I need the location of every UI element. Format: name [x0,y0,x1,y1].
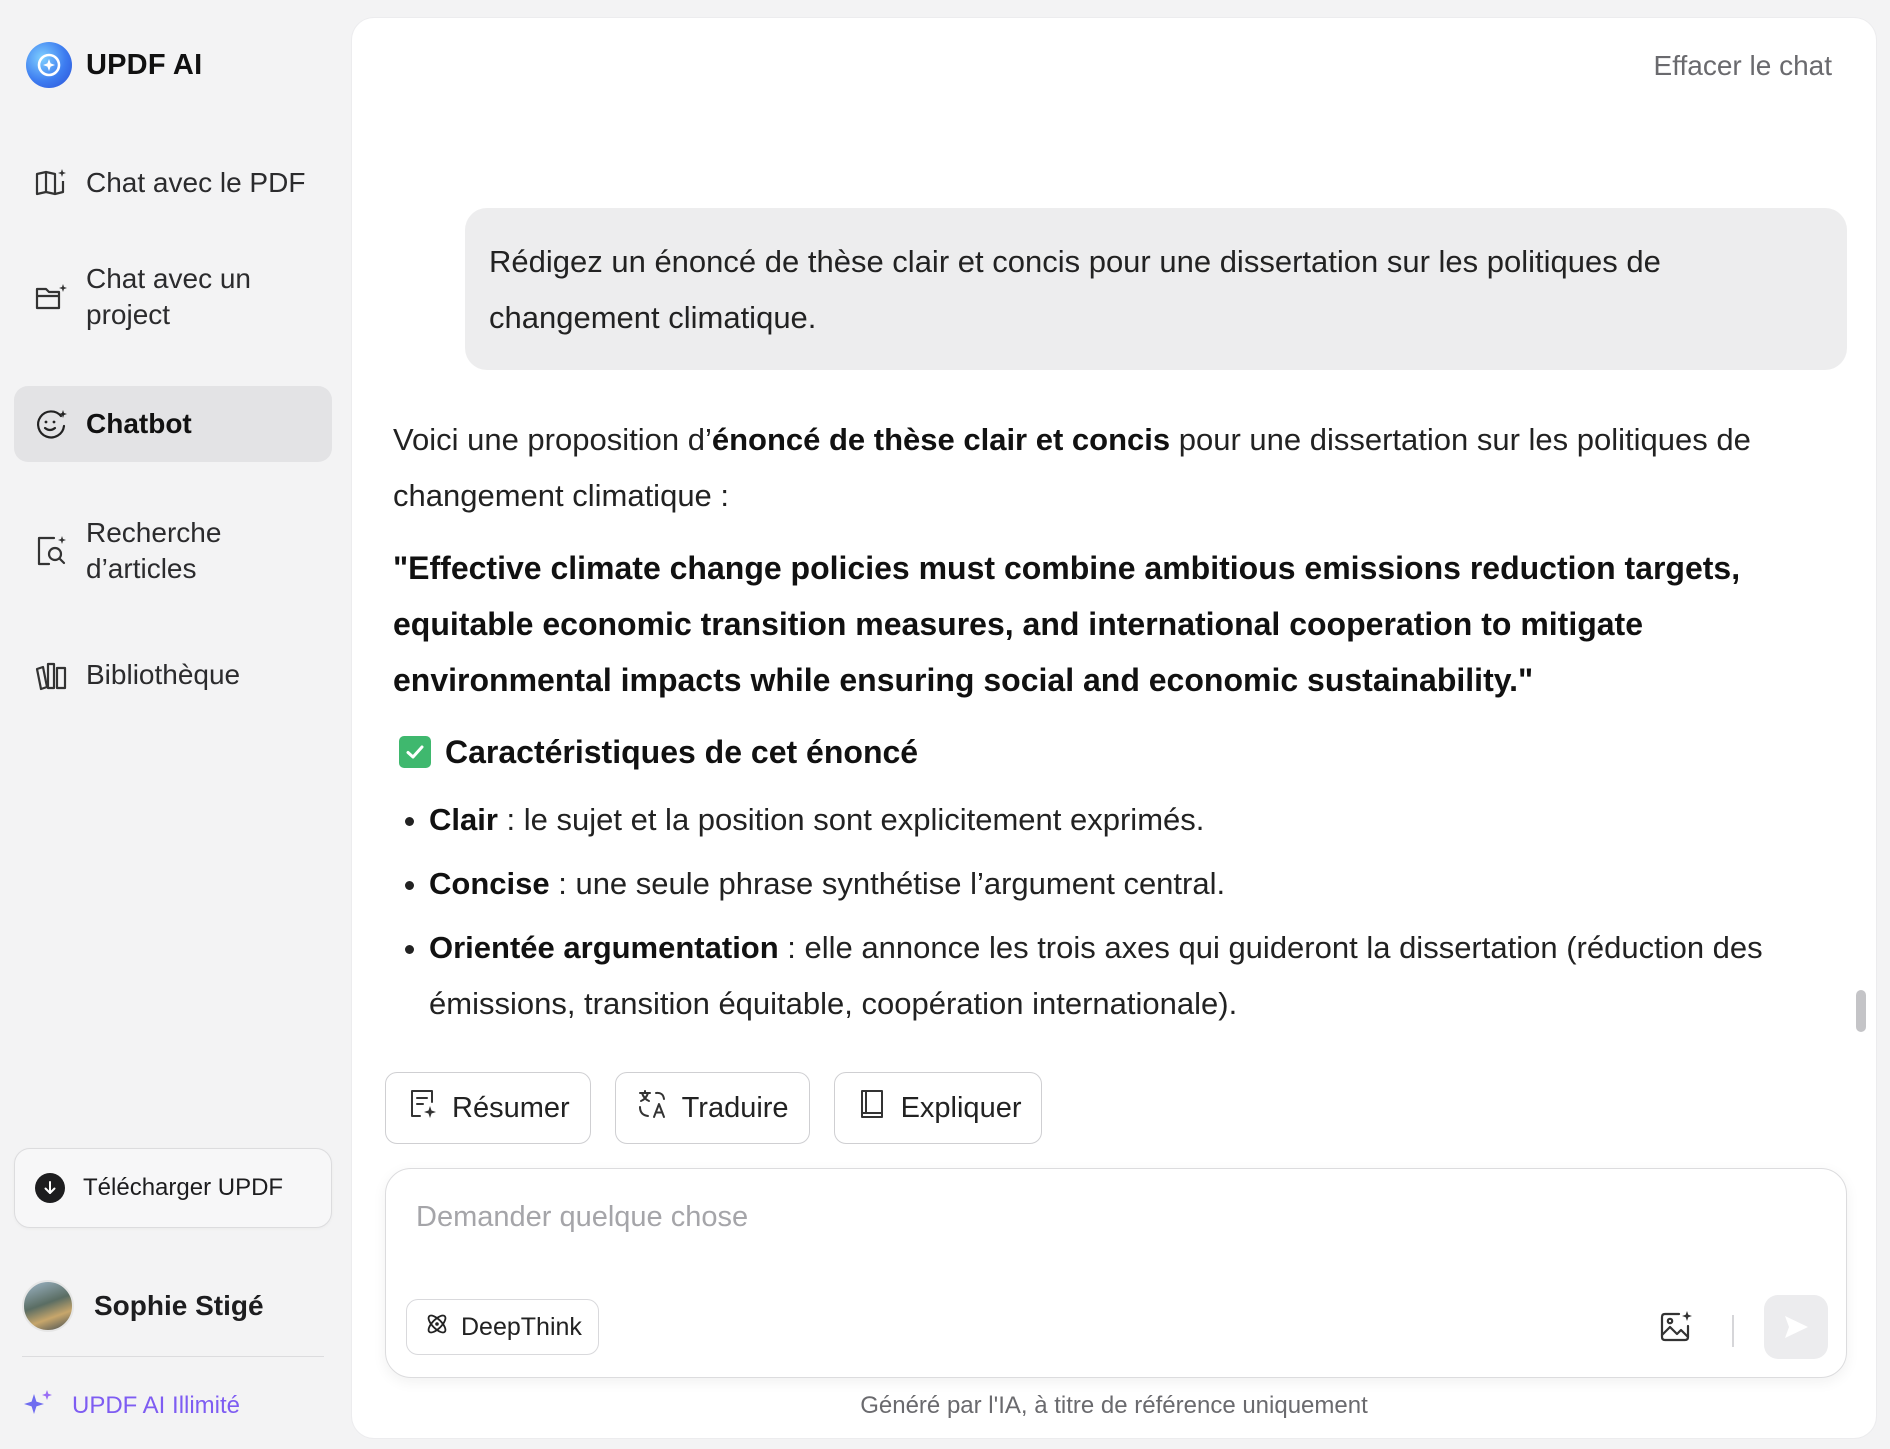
check-mark-icon [399,736,431,768]
message-input[interactable] [416,1195,1796,1239]
summarize-button[interactable]: Résumer [385,1072,591,1144]
features-title: Caractéristiques de cet énoncé [445,734,919,770]
sidebar-item-label: Bibliothèque [86,659,241,690]
feature-text: : le sujet et la position sont explicite… [497,802,1205,837]
brand[interactable]: UPDF AI [26,42,202,88]
image-sparkle-icon [1660,1311,1692,1342]
assistant-answer: Voici une proposition d’énoncé de thèse … [393,412,1833,1040]
feature-term: Concise [429,866,550,901]
image-upload-button[interactable] [1654,1305,1698,1349]
ai-disclaimer: Généré par l'IA, à titre de référence un… [860,1392,1368,1419]
book-sparkle-icon [32,164,70,202]
folder-sparkle-icon [32,278,70,316]
download-label: Télécharger UPDF [83,1174,284,1201]
send-icon [1785,1316,1808,1338]
avatar [22,1280,74,1332]
translate-label: Traduire [681,1091,789,1124]
message-composer: DeepThink [385,1168,1847,1378]
list-item: Concise : une seule phrase synthétise l’… [393,856,1833,912]
document-search-icon [32,532,70,570]
sidebar-item-chat-project[interactable]: Chat avec un project [14,254,332,340]
feature-term: Clair [429,802,498,837]
quick-actions: Résumer Traduire Expliquer [385,1072,1043,1144]
composer-divider [1732,1315,1734,1347]
sidebar-item-label: Recherche d’articles [86,517,222,584]
download-icon [35,1173,65,1203]
sidebar: UPDF AI Chat avec le PDF Chat avec un pr… [0,0,350,1449]
sidebar-item-label: Chat avec le PDF [86,167,306,198]
scrollbar[interactable] [1856,990,1866,1032]
sidebar-item-label: Chatbot [86,408,192,439]
premium-link[interactable]: UPDF AI Illimité [22,1388,240,1424]
translate-button[interactable]: Traduire [614,1072,810,1144]
sidebar-item-chatbot[interactable]: Chatbot [14,386,332,462]
sidebar-divider [22,1356,324,1357]
answer-intro-text: Voici une proposition d’ [393,422,712,457]
explain-label: Expliquer [900,1091,1022,1124]
user-name: Sophie Stigé [94,1290,264,1321]
features-list: Clair : le sujet et la position sont exp… [393,792,1833,1032]
explain-button[interactable]: Expliquer [833,1072,1043,1144]
chatbot-face-icon [32,405,70,443]
answer-intro: Voici une proposition d’énoncé de thèse … [393,412,1833,524]
thesis-statement: "Effective climate change policies must … [393,550,1741,698]
list-item: Clair : le sujet et la position sont exp… [393,792,1833,848]
atom-icon [423,1310,451,1345]
user-profile[interactable]: Sophie Stigé [22,1280,264,1332]
deepthink-label: DeepThink [461,1312,582,1341]
features-heading: Caractéristiques de cet énoncé [393,724,1833,780]
sidebar-item-label: Chat avec un project [86,263,251,330]
library-books-icon [32,656,70,694]
download-updf-button[interactable]: Télécharger UPDF [14,1148,332,1228]
sparkles-icon [22,1388,56,1425]
sidebar-item-chat-pdf[interactable]: Chat avec le PDF [14,150,332,216]
answer-intro-bold: énoncé de thèse clair et concis [711,422,1171,457]
chat-panel: Effacer le chat Rédigez un énoncé de thè… [352,18,1876,1438]
translate-icon [636,1087,670,1129]
send-button[interactable] [1764,1295,1828,1359]
feature-text: : une seule phrase synthétise l’argument… [549,866,1226,901]
sidebar-item-library[interactable]: Bibliothèque [14,642,332,708]
explain-book-icon [855,1087,889,1129]
sidebar-item-article-search[interactable]: Recherche d’articles [14,508,332,594]
updf-ai-logo-icon [26,42,72,88]
summarize-icon [406,1087,440,1129]
deepthink-toggle[interactable]: DeepThink [406,1299,599,1355]
summarize-label: Résumer [452,1091,570,1124]
user-message-bubble: Rédigez un énoncé de thèse clair et conc… [465,208,1847,370]
list-item: Orientée argumentation : elle annonce le… [393,920,1833,1032]
clear-chat-button[interactable]: Effacer le chat [1654,50,1832,82]
app-name: UPDF AI [86,48,203,81]
premium-label: UPDF AI Illimité [72,1392,241,1419]
feature-term: Orientée argumentation [429,930,779,965]
